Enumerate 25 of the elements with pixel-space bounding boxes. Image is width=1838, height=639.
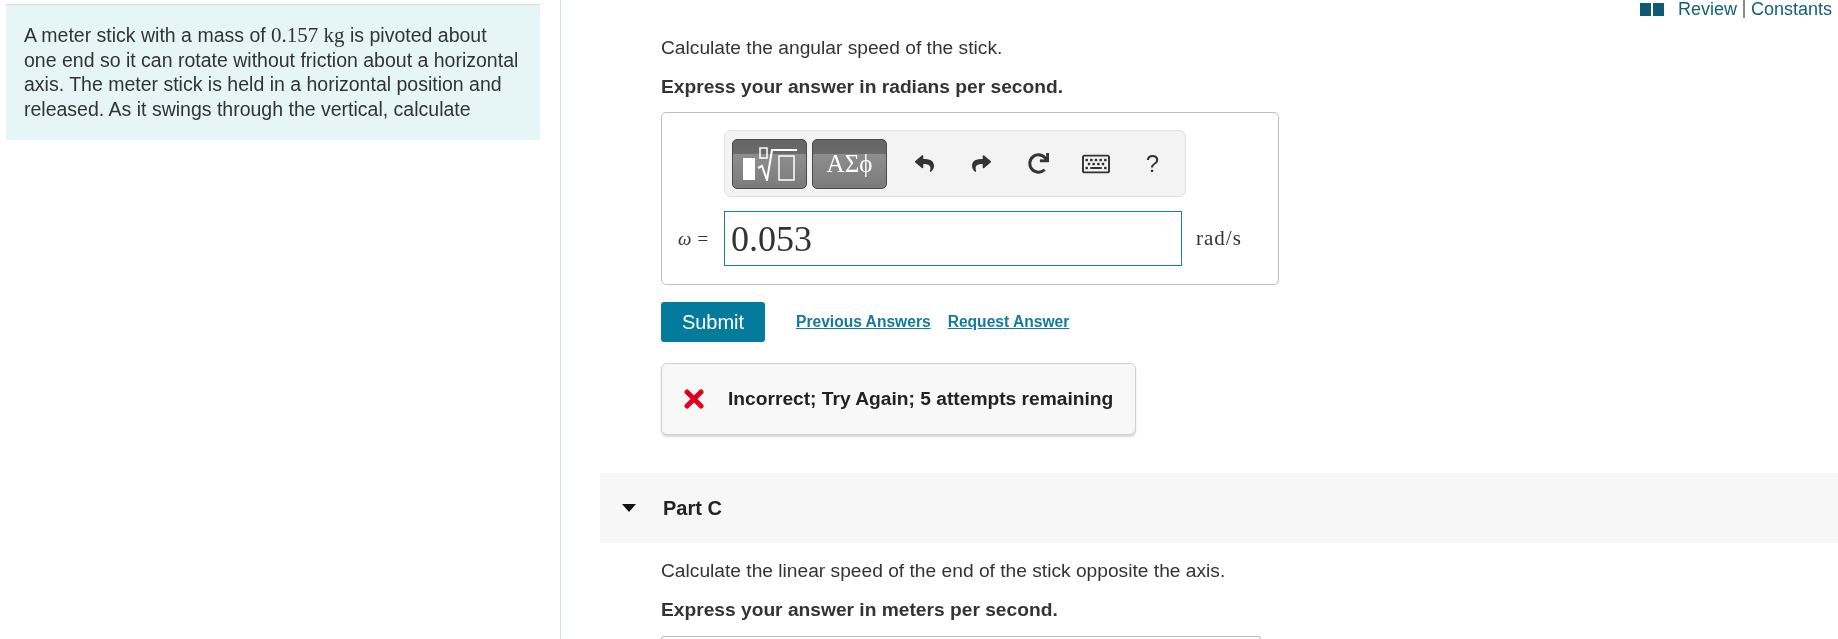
answer-field[interactable]: 0.053 — [724, 211, 1182, 266]
header-link[interactable]: Constants — [1742, 0, 1838, 18]
part-title: Part C — [663, 496, 722, 520]
greek-letters-button[interactable]: ΑΣϕ — [812, 138, 887, 189]
square-root-icon — [741, 146, 798, 181]
feedback-text: Incorrect; Try Again; 5 attempts remaining — [728, 388, 1114, 410]
header-link[interactable]: Review — [1671, 0, 1743, 18]
answer-instruction: Express your answer in meters per second. — [661, 599, 1058, 621]
answer-instruction: Express your answer in radians per second. — [661, 76, 1064, 98]
problem-text: A meter stick with a mass of 0.157 kg is pivoted about one end so it can rotate without friction about a horizontal axis. The meter stick is held in a horizontal position and released. As it swings through the vertical, calculate — [24, 23, 520, 121]
part-header[interactable]: Part C — [600, 473, 1838, 543]
variable-label: ω = — [678, 227, 709, 250]
redo-icon — [972, 154, 991, 173]
cross-icon — [684, 389, 704, 409]
answer-link[interactable]: Previous Answers — [796, 313, 931, 331]
unit-label: rad/s — [1196, 226, 1242, 251]
answer-link[interactable]: Request Answer — [947, 313, 1070, 331]
submit-button[interactable]: Submit — [661, 302, 765, 342]
reset-icon — [1028, 153, 1049, 174]
help-button[interactable]: ? — [1124, 138, 1181, 189]
templates-button[interactable] — [732, 138, 807, 189]
question-prompt: Calculate the linear speed of the end of the stick opposite the axis. — [661, 560, 1226, 582]
book-icon — [1639, 2, 1664, 16]
question-prompt: Calculate the angular speed of the stick. — [661, 37, 1003, 59]
undo-icon — [915, 154, 934, 173]
